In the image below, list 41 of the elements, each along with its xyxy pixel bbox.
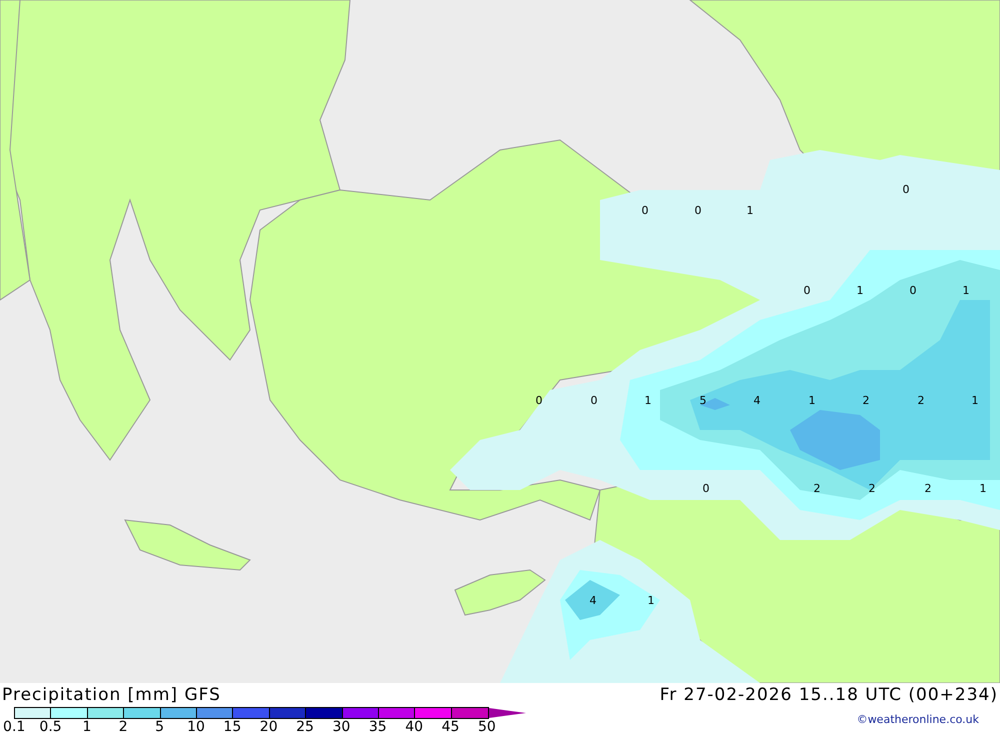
legend-tick-label: 25 (295, 719, 315, 733)
contour-label: 2 (924, 482, 932, 495)
contour-label: 2 (814, 482, 820, 495)
legend-tick-label: 35 (368, 719, 388, 733)
contour-label: 0 (702, 482, 710, 495)
contour-label: 0 (642, 204, 648, 217)
legend-tick-label: 45 (440, 719, 460, 733)
contour-label: 1 (856, 284, 864, 297)
contour-label: 0 (694, 204, 702, 217)
contour-label: 5 (700, 394, 706, 407)
contour-label: 2 (918, 394, 924, 407)
contour-label: 4 (754, 394, 760, 407)
contour-label: 0 (804, 284, 810, 297)
legend-tick-label: 5 (154, 719, 166, 733)
contour-label: 2 (868, 482, 876, 495)
contour-label: 1 (980, 482, 986, 495)
contour-label: 0 (590, 394, 598, 407)
legend-tick-label: 2 (118, 719, 129, 733)
legend-tick-label: 10 (186, 719, 206, 733)
valid-time: Fr 27-02-2026 15..18 UTC (00+234) (660, 685, 998, 705)
legend-tick-label: 0.5 (38, 719, 63, 733)
contour-label: 1 (972, 394, 978, 407)
chart-title: Precipitation [mm] GFS (2, 685, 221, 705)
contour-label: 0 (902, 183, 910, 196)
legend-tick-label: 1 (81, 719, 92, 733)
legend-tick-label: 0.1 (2, 719, 26, 733)
contour-label: 1 (746, 204, 754, 217)
credit-text: ©weatheronline.co.uk (856, 713, 979, 726)
contour-label: 2 (862, 394, 870, 407)
legend-tick-label: 50 (476, 719, 497, 733)
legend-tick-label: 30 (332, 719, 352, 733)
contour-label: 1 (644, 394, 652, 407)
legend-tick-label: 20 (258, 719, 279, 733)
legend-tick-label: 40 (404, 719, 424, 733)
contour-label: 0 (536, 394, 542, 407)
contour-label: 1 (808, 394, 816, 407)
contour-label: 0 (910, 284, 916, 297)
contour-label: 4 (590, 594, 596, 607)
legend-tick-label: 15 (222, 719, 242, 733)
contour-label: 1 (962, 284, 970, 297)
contour-label: 1 (648, 594, 654, 607)
